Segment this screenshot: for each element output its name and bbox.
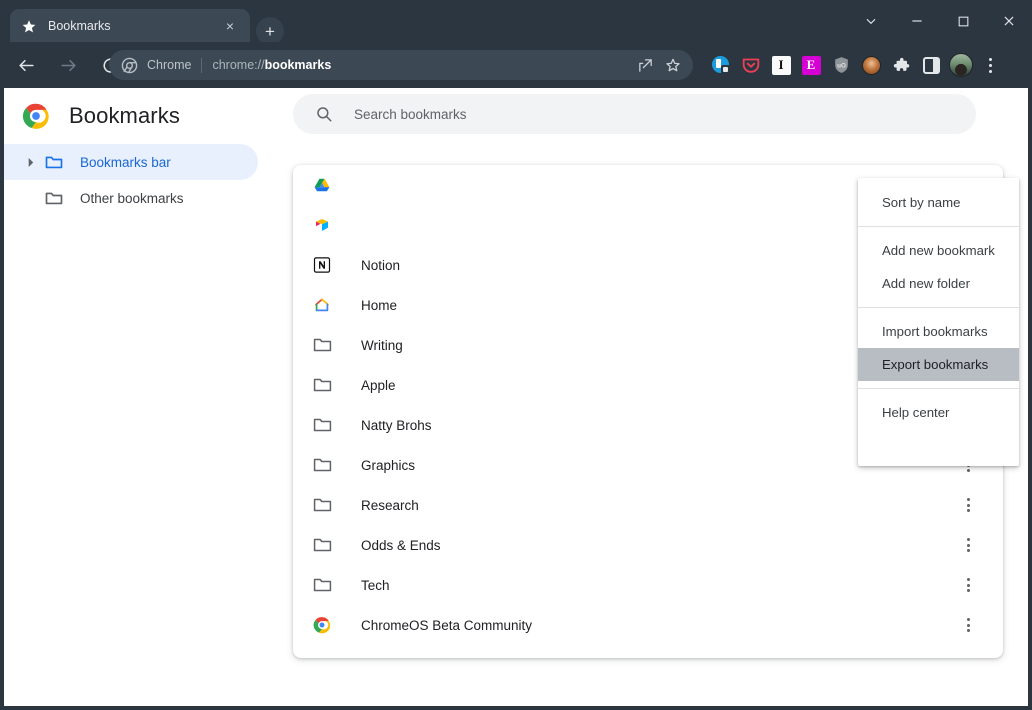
instapaper-letter: I: [772, 56, 791, 75]
search-bar[interactable]: [293, 94, 976, 134]
share-icon[interactable]: [631, 51, 659, 79]
evernote-letter: E: [802, 56, 821, 75]
page-title: Bookmarks: [69, 103, 180, 129]
menu-item-help-center[interactable]: Help center: [858, 396, 1019, 429]
new-tab-button[interactable]: +: [256, 17, 284, 45]
star-icon: [20, 17, 38, 35]
list-item-label: Tech: [361, 578, 390, 593]
forward-button[interactable]: [52, 49, 84, 81]
row-more-menu-icon[interactable]: [957, 534, 979, 556]
list-item[interactable]: Research: [293, 485, 1003, 525]
folder-icon: [312, 535, 332, 555]
browser-toolbar: Chrome chrome://bookmarks I: [0, 42, 1032, 88]
close-tab-button[interactable]: ×: [220, 16, 240, 36]
extension-avatar-icon[interactable]: [856, 50, 886, 80]
title-bar: Bookmarks × +: [0, 0, 1032, 42]
profile-avatar[interactable]: [946, 50, 976, 80]
pocket-icon[interactable]: [736, 50, 766, 80]
chrome-icon: [121, 57, 138, 74]
list-item-label: Apple: [361, 378, 396, 393]
omnibox-chrome-label: Chrome: [147, 58, 191, 72]
chrome-logo-icon: [22, 102, 50, 130]
extension-icons: I E uO: [706, 50, 1004, 80]
evernote-icon[interactable]: E: [796, 50, 826, 80]
window-controls: [848, 0, 1032, 42]
folder-icon: [312, 575, 332, 595]
close-window-button[interactable]: [986, 0, 1032, 42]
list-item-label: Natty Brohs: [361, 418, 432, 433]
search-icon: [315, 105, 333, 123]
menu-separator: [858, 307, 1019, 308]
menu-item-import-bookmarks[interactable]: Import bookmarks: [858, 315, 1019, 348]
menu-item-sort-by-name[interactable]: Sort by name: [858, 186, 1019, 219]
address-bar[interactable]: Chrome chrome://bookmarks: [109, 50, 693, 80]
list-item[interactable]: Tech: [293, 565, 1003, 605]
privacy-badger-icon[interactable]: [706, 50, 736, 80]
tab-title: Bookmarks: [48, 19, 220, 33]
list-item-label: Home: [361, 298, 397, 313]
google-drive-icon: [312, 175, 332, 195]
puzzle-icon[interactable]: [886, 50, 916, 80]
ublock-origin-icon[interactable]: uO: [826, 50, 856, 80]
maximize-button[interactable]: [940, 0, 986, 42]
list-item[interactable]: ChromeOS Beta Community: [293, 605, 1003, 645]
folder-icon: [44, 188, 64, 208]
bookmarks-options-menu: Sort by name Add new bookmark Add new fo…: [858, 178, 1019, 466]
menu-separator: [858, 388, 1019, 389]
bookmark-manager-page: Bookmarks Bookmarks bar Other bookmarks: [4, 88, 1028, 706]
page-header: Bookmarks: [4, 88, 272, 144]
google-home-icon: [312, 295, 332, 315]
sidebar-item-other-bookmarks[interactable]: Other bookmarks: [4, 180, 258, 216]
list-item[interactable]: Odds & Ends: [293, 525, 1003, 565]
browser-tab[interactable]: Bookmarks ×: [10, 9, 250, 42]
chevron-right-icon[interactable]: [20, 158, 40, 167]
folder-icon: [312, 375, 332, 395]
sidebar-item-label: Other bookmarks: [80, 191, 184, 206]
list-item-label: Graphics: [361, 458, 415, 473]
chrome-logo-icon: [312, 615, 332, 635]
row-more-menu-icon[interactable]: [957, 494, 979, 516]
omnibox-actions: [631, 50, 687, 80]
url-scheme: chrome://: [212, 58, 264, 72]
folder-icon: [312, 455, 332, 475]
list-item-label: Writing: [361, 338, 403, 353]
menu-item-export-bookmarks[interactable]: Export bookmarks: [858, 348, 1019, 381]
folder-icon: [312, 335, 332, 355]
back-button[interactable]: [10, 49, 42, 81]
tab-search-button[interactable]: [848, 0, 894, 42]
url-path: bookmarks: [265, 58, 332, 72]
row-more-menu-icon[interactable]: [957, 574, 979, 596]
instapaper-icon[interactable]: I: [766, 50, 796, 80]
row-more-menu-icon[interactable]: [957, 614, 979, 636]
folder-icon: [312, 415, 332, 435]
sidebar-item-label: Bookmarks bar: [80, 155, 171, 170]
list-item-label: ChromeOS Beta Community: [361, 618, 532, 633]
bookmark-star-icon[interactable]: [659, 51, 687, 79]
list-item-label: Research: [361, 498, 419, 513]
folder-icon: [44, 152, 64, 172]
list-item-label: Notion: [361, 258, 400, 273]
menu-item-add-new-bookmark[interactable]: Add new bookmark: [858, 234, 1019, 267]
browser-window: Bookmarks × +: [0, 0, 1032, 710]
omnibox-url: chrome://bookmarks: [212, 58, 331, 72]
list-item-label: Odds & Ends: [361, 538, 441, 553]
notion-icon: [312, 255, 332, 275]
sidebar-item-bookmarks-bar[interactable]: Bookmarks bar: [4, 144, 258, 180]
three-dot-menu-icon[interactable]: [976, 51, 1004, 79]
google-slides-icon: [312, 215, 332, 235]
menu-item-add-new-folder[interactable]: Add new folder: [858, 267, 1019, 300]
sidebar: Bookmarks Bookmarks bar Other bookmarks: [4, 88, 272, 706]
side-panel-icon[interactable]: [916, 50, 946, 80]
menu-separator: [858, 226, 1019, 227]
folder-icon: [312, 495, 332, 515]
minimize-button[interactable]: [894, 0, 940, 42]
omnibox-divider: [201, 58, 202, 73]
search-input[interactable]: [354, 107, 894, 122]
svg-text:uO: uO: [837, 62, 846, 69]
